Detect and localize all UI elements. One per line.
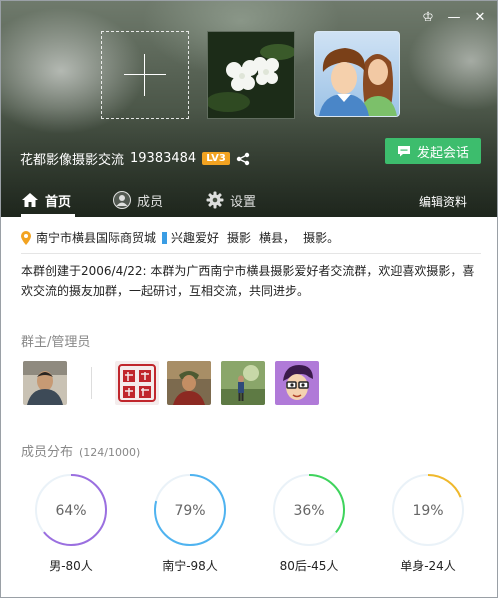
group-name: 花都影像摄影交流 (20, 153, 125, 168)
progress-ring: 36% (273, 474, 345, 546)
start-chat-button[interactable]: 发起会话 (385, 138, 481, 164)
interest-tag: 摄影 (227, 231, 252, 245)
stat-label: 南宁-98人 (162, 559, 218, 573)
progress-ring: 64% (35, 474, 107, 546)
stat-percent: 19% (412, 503, 443, 519)
avatar (221, 361, 265, 405)
gear-icon (206, 191, 224, 209)
interest-label: 兴趣爱好 (171, 231, 220, 245)
tab-settings-label: 设置 (230, 194, 257, 210)
interest-tag: 横县， (259, 231, 296, 245)
add-photo-button[interactable] (101, 31, 189, 119)
location-pin-icon (21, 230, 31, 245)
progress-ring: 79% (154, 474, 226, 546)
group-description: 本群创建于2006/4/22: 本群为广西南宁市横县摄影爱好者交流群，欢迎喜欢摄… (21, 264, 475, 298)
flower-image (208, 32, 294, 118)
edit-profile-link[interactable]: 编辑资料 (419, 193, 467, 210)
group-profile-window: ♔ — ✕ 花都影像摄影交流 19383484 LV3 发起会话 首页 成员 设… (0, 0, 498, 598)
group-title-line: 花都影像摄影交流 19383484 LV3 (20, 149, 250, 168)
stat-percent: 36% (293, 503, 324, 519)
group-avatar[interactable] (314, 31, 400, 117)
interest-tag: 摄影。 (303, 231, 340, 245)
members-section-title: 成员分布 (124/1000) (21, 441, 140, 460)
tab-members[interactable]: 成员 (113, 183, 163, 217)
skin-icon[interactable]: ♔ (417, 7, 439, 27)
group-id: 19383484 (130, 151, 197, 166)
level-badge: LV3 (202, 152, 230, 165)
owner-avatar[interactable] (23, 361, 67, 405)
members-count: (124/1000) (79, 446, 141, 459)
member-icon (113, 191, 131, 209)
couple-avatar-icon (319, 48, 397, 116)
stat-label: 80后-45人 (279, 559, 339, 573)
start-chat-label: 发起会话 (416, 145, 469, 161)
interest-bar-icon (162, 231, 168, 244)
tab-settings[interactable]: 设置 (206, 183, 256, 217)
stat-single[interactable]: 19% 单身-24人 (391, 473, 465, 574)
window-controls: ♔ — ✕ (417, 7, 491, 27)
admin-avatar[interactable] (115, 361, 159, 405)
avatar (275, 361, 319, 405)
home-icon (22, 193, 38, 207)
avatar (167, 361, 211, 405)
group-info-content: 南宁市横县国际商贸城 兴趣爱好 摄影 横县， 摄影。 本群创建于2006/4/2… (1, 217, 497, 597)
avatar (23, 361, 67, 405)
tab-members-label: 成员 (137, 194, 164, 210)
admins-title: 群主/管理员 (21, 335, 91, 350)
tab-home-label: 首页 (45, 194, 72, 210)
avatar (115, 361, 159, 405)
group-photo[interactable] (207, 31, 295, 119)
divider (21, 253, 481, 254)
stat-label: 单身-24人 (400, 559, 456, 573)
stat-age[interactable]: 36% 80后-45人 (272, 473, 346, 574)
active-tab-indicator (21, 214, 75, 217)
plus-icon (124, 74, 166, 75)
tab-home[interactable]: 首页 (21, 183, 71, 217)
admins-section-title: 群主/管理员 (21, 331, 90, 350)
stat-gender[interactable]: 64% 男-80人 (34, 473, 108, 574)
stat-percent: 79% (174, 503, 205, 519)
admin-avatar[interactable] (167, 361, 211, 405)
tab-bar: 首页 成员 设置 编辑资料 (1, 183, 497, 217)
location-line: 南宁市横县国际商贸城 兴趣爱好 摄影 横县， 摄影。 (21, 229, 339, 246)
stat-percent: 64% (55, 503, 86, 519)
admin-avatar[interactable] (221, 361, 265, 405)
location-text: 南宁市横县国际商贸城 (36, 231, 157, 245)
close-icon[interactable]: ✕ (469, 7, 491, 27)
admin-divider (91, 367, 92, 399)
progress-ring: 19% (392, 474, 464, 546)
chat-bubble-icon (397, 146, 410, 157)
minimize-icon[interactable]: — (443, 7, 465, 27)
stat-label: 男-80人 (49, 559, 93, 573)
members-title: 成员分布 (21, 445, 74, 460)
edit-profile-label: 编辑资料 (419, 195, 468, 209)
stat-region[interactable]: 79% 南宁-98人 (153, 473, 227, 574)
admin-avatar[interactable] (275, 361, 319, 405)
header-banner: ♔ — ✕ 花都影像摄影交流 19383484 LV3 发起会话 首页 成员 设… (1, 1, 497, 217)
share-icon[interactable] (236, 152, 250, 166)
